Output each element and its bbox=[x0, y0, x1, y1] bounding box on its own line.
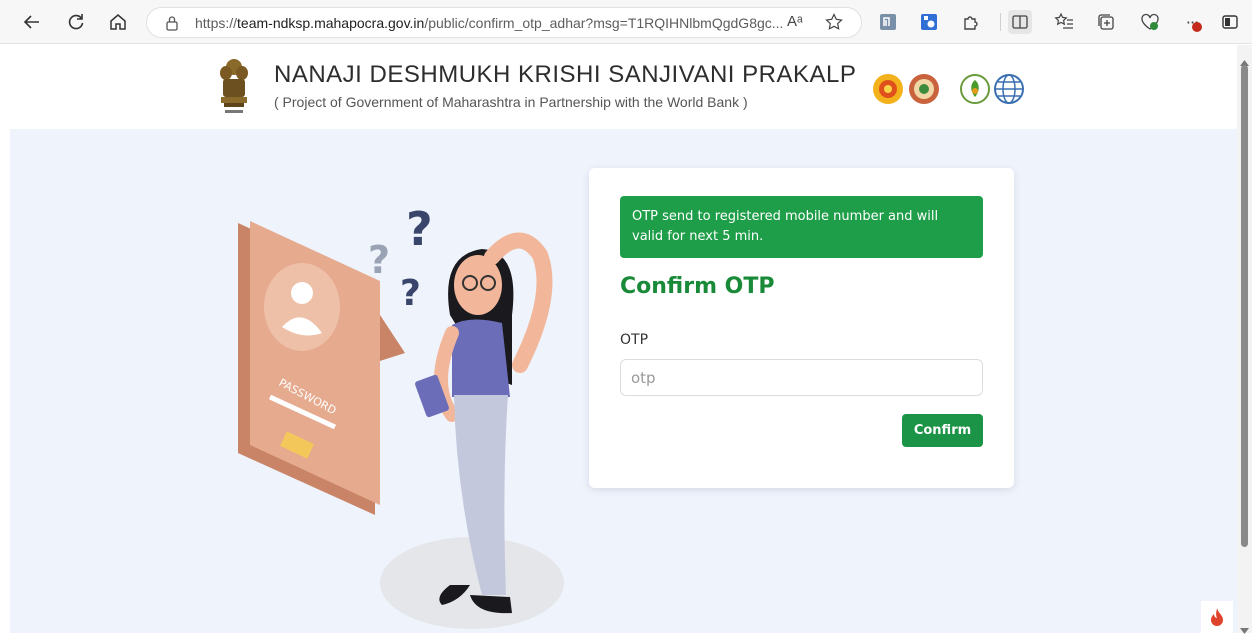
refresh-icon[interactable] bbox=[63, 9, 89, 35]
favorite-star-icon[interactable] bbox=[825, 13, 843, 35]
government-emblem-logo bbox=[217, 57, 251, 121]
maharashtra-seal-logo bbox=[872, 73, 904, 109]
extension-n-icon[interactable] bbox=[876, 10, 900, 34]
site-title: NANAJI DESHMUKH KRISHI SANJIVANI PRAKALP bbox=[274, 61, 857, 88]
svg-text:?: ? bbox=[406, 202, 433, 256]
collections-icon[interactable] bbox=[1094, 10, 1118, 34]
extension-blue-icon[interactable] bbox=[917, 10, 941, 34]
split-screen-icon[interactable] bbox=[1008, 10, 1032, 34]
pocra-logo bbox=[959, 73, 991, 109]
browser-toolbar: https://team-ndksp.mahapocra.gov.in/publ… bbox=[0, 0, 1252, 44]
toolbar-separator bbox=[1000, 13, 1001, 31]
confused-user-illustration: PASSWORD ? ? ? bbox=[220, 165, 590, 633]
more-options-icon[interactable]: ··· bbox=[1180, 10, 1204, 34]
vertical-scrollbar[interactable] bbox=[1237, 45, 1252, 634]
address-bar[interactable]: https://team-ndksp.mahapocra.gov.in/publ… bbox=[146, 7, 862, 38]
otp-label: OTP bbox=[620, 332, 649, 348]
site-subtitle: ( Project of Government of Maharashtra i… bbox=[274, 94, 748, 110]
url-text: https://team-ndksp.mahapocra.gov.in/publ… bbox=[195, 15, 784, 31]
card-title: Confirm OTP bbox=[620, 274, 775, 299]
agriculture-dept-logo bbox=[908, 73, 940, 109]
back-arrow-icon[interactable] bbox=[19, 9, 45, 35]
site-header: NANAJI DESHMUKH KRISHI SANJIVANI PRAKALP… bbox=[10, 45, 1237, 129]
confirm-otp-card: OTP send to registered mobile number and… bbox=[589, 168, 1014, 488]
home-icon[interactable] bbox=[105, 9, 131, 35]
page-content: NANAJI DESHMUKH KRISHI SANJIVANI PRAKALP… bbox=[10, 45, 1237, 633]
lock-icon[interactable] bbox=[165, 15, 179, 35]
otp-input[interactable] bbox=[620, 359, 983, 396]
favorites-list-icon[interactable] bbox=[1052, 10, 1076, 34]
scrollbar-thumb[interactable] bbox=[1241, 65, 1248, 547]
scroll-down-icon[interactable] bbox=[1240, 619, 1249, 638]
extension-puzzle-icon[interactable] bbox=[959, 10, 983, 34]
health-icon[interactable] bbox=[1138, 10, 1162, 34]
svg-text:?: ? bbox=[368, 238, 390, 282]
flame-icon[interactable] bbox=[1201, 601, 1233, 633]
otp-sent-alert: OTP send to registered mobile number and… bbox=[620, 196, 983, 258]
read-aloud-icon[interactable]: Aᵃ bbox=[787, 13, 803, 30]
confirm-button[interactable]: Confirm bbox=[902, 414, 983, 447]
svg-text:?: ? bbox=[400, 273, 421, 314]
sidebar-toggle-icon[interactable] bbox=[1218, 10, 1242, 34]
world-bank-logo bbox=[993, 73, 1025, 109]
